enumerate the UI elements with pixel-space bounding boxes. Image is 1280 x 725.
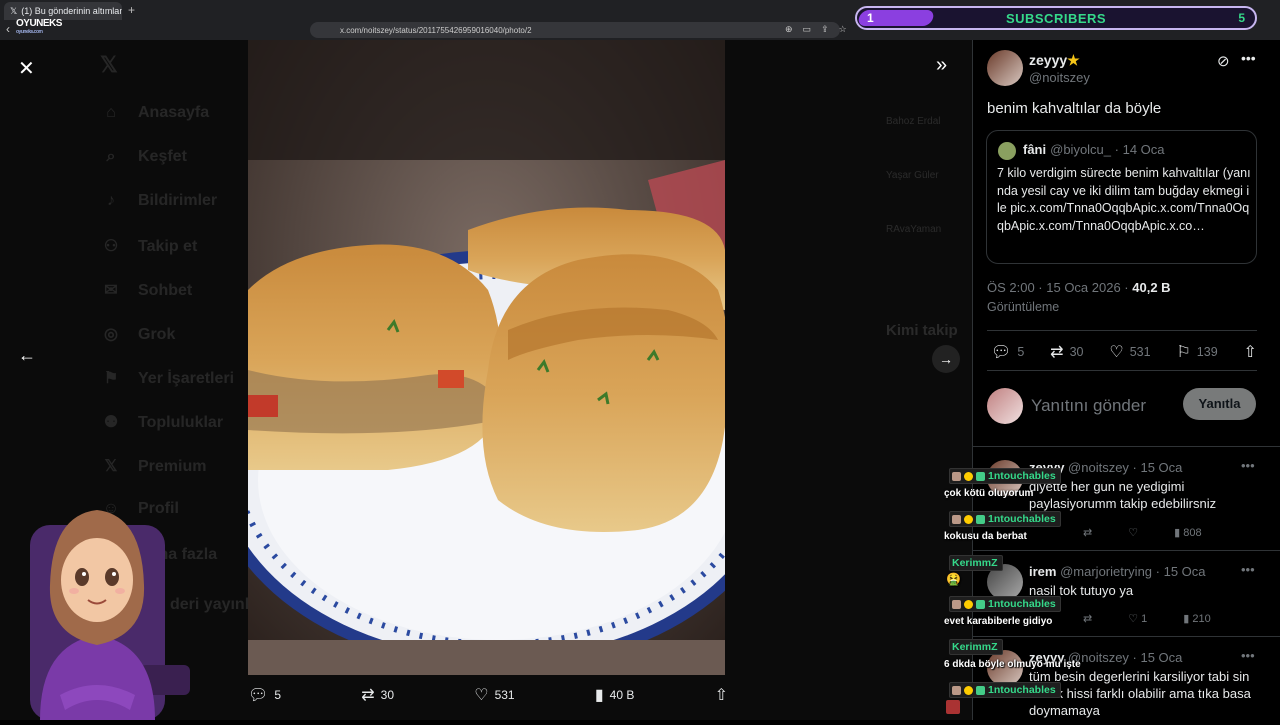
nav-follow: ⚇ Takip et [103, 238, 198, 255]
badge-icon [976, 471, 985, 481]
badge-icon [964, 599, 973, 609]
address-bar[interactable]: x.com/noitszey/status/201175542695901604… [310, 22, 840, 38]
nav-grok: ◎ Grok [104, 326, 176, 343]
nav-chat: ✉ Sohbet [104, 282, 193, 299]
new-tab-button[interactable]: + [128, 3, 135, 17]
cast-icon[interactable]: ▭ [803, 24, 812, 35]
badge-icon [964, 685, 973, 695]
chat-message: çok kötü oluyorum [944, 488, 1034, 499]
badge-icon [976, 599, 985, 609]
photo-action-bar: 💬︎ 5 ⇄ 30 ♡ 531 ▮ 40 B ⇧ [248, 685, 728, 705]
photo-like-button[interactable]: ♡ 531 [474, 685, 514, 705]
photo-repost-button[interactable]: ⇄ 30 [361, 685, 394, 705]
chat-message: evet karabiberle gidiyo [944, 616, 1053, 627]
badge-icon [952, 685, 961, 695]
photo-share-button[interactable]: ⇧ [715, 685, 728, 705]
views-icon: ▮ [594, 687, 604, 704]
badge-icon [964, 514, 973, 524]
nav-explore: ⌕ Keşfet [106, 148, 187, 165]
oyuneks-logo: OYUNEKS oyuneks.com [16, 18, 62, 35]
reply-icon: 💬︎ [248, 687, 269, 704]
badge-icon [964, 471, 973, 481]
chat-emote-icon [946, 700, 960, 714]
chat-user-badge: 1ntouchables [949, 596, 1061, 612]
badge-icon [952, 514, 961, 524]
heart-icon: ♡ [474, 687, 489, 704]
nav-bookmarks: ⚑ Yer İşaretleri [103, 370, 235, 387]
badge-icon [952, 599, 961, 609]
photo-reply-button[interactable]: 💬︎ 5 [248, 685, 281, 705]
trend-item: RAvaYaman [886, 224, 942, 235]
repost-icon: ⇄ [361, 687, 375, 704]
nav-home: ⌂ Anasayfa [106, 104, 210, 121]
share-icon[interactable]: ⇪ [821, 24, 829, 35]
share-icon: ⇧ [714, 687, 728, 704]
trend-item: Yaşar Güler [886, 170, 939, 181]
chat-user-badge: 1ntouchables [949, 511, 1061, 527]
badge-icon [976, 685, 985, 695]
badge-icon [976, 514, 985, 524]
chat-message: 🤮 [946, 572, 961, 586]
chat-message: kokusu da berbat [944, 531, 1027, 542]
previous-photo-button[interactable]: ← [18, 345, 36, 366]
chat-user-badge: 1ntouchables [949, 682, 1061, 698]
url-text: x.com/noitszey/status/201175542695901604… [340, 25, 532, 35]
photo-views-button[interactable]: ▮ 40 B [595, 685, 635, 705]
stream-chat-overlay: 1ntouchables çok kötü oluyorum 1ntouchab… [940, 0, 1280, 720]
toolbar-icons: ⊕ ▭ ⇪ ☆ [785, 24, 847, 35]
star-icon[interactable]: ☆ [839, 24, 847, 35]
zoom-icon[interactable]: ⊕ [785, 24, 793, 35]
nav-premium: 𝕏 Premium [104, 458, 207, 475]
x-logo-icon: 𝕏 [100, 52, 118, 77]
nav-communities: ⚉ Topluluklar [103, 414, 224, 431]
omelette-muffins-image [248, 40, 725, 675]
tweet-photo[interactable] [248, 40, 725, 675]
nav-notifications: ♪ Bildirimler [107, 192, 218, 209]
chat-user-badge: KerimmZ [949, 555, 1003, 571]
streamer-avatar-mascot [0, 495, 195, 720]
back-button[interactable]: ‹ [6, 22, 10, 36]
trend-item: Bahoz Erdal [886, 116, 941, 127]
x-favicon-icon: 𝕏 [10, 5, 18, 16]
chat-user-badge: KerimmZ [949, 639, 1003, 655]
chat-message: 6 dkda böyle olmuyo mu işte [944, 659, 1081, 670]
badge-icon [952, 471, 961, 481]
tab-title: (1) Bu gönderinin altımlamaları / [21, 6, 122, 16]
chat-user-badge: 1ntouchables [949, 468, 1061, 484]
close-icon[interactable]: ✕ [18, 56, 35, 81]
